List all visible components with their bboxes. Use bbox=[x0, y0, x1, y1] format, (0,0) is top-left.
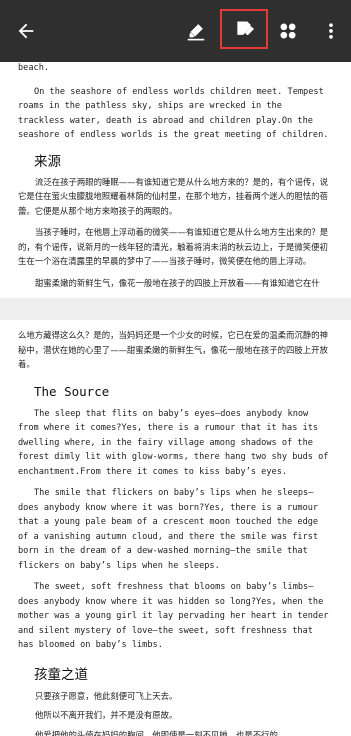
more-button[interactable] bbox=[311, 0, 351, 62]
chinese-paragraph: 么地方藏得这么久？是的，当妈妈还是一个少女的时候，它已在爱的温柔而沉静的神秘中，… bbox=[18, 330, 328, 369]
chinese-paragraph: 当孩子睡时，在他唇上浮动着的微笑——有谁知道它是从什么地方生出来的？是的，有个谣… bbox=[18, 227, 329, 266]
chinese-line: 只要孩子愿意，他此刻便可飞上天去。 bbox=[35, 690, 178, 701]
english-section-heading: The Source bbox=[34, 383, 110, 399]
chinese-section-heading: 孩童之道 bbox=[34, 666, 88, 683]
apps-grid-icon bbox=[278, 21, 298, 41]
edit-note-icon bbox=[234, 19, 254, 39]
page-separator bbox=[0, 298, 351, 320]
highlighter-pen-icon bbox=[185, 20, 207, 42]
back-button[interactable] bbox=[6, 0, 46, 62]
english-paragraph: On the seashore of endless worlds childr… bbox=[18, 86, 329, 141]
apps-button[interactable] bbox=[268, 0, 308, 62]
english-paragraph: The sleep that flits on baby’s eyes—does… bbox=[18, 408, 329, 477]
back-arrow-icon bbox=[15, 20, 37, 42]
chinese-paragraph: 甜蜜柔嫩的新鲜生气，像花一般地在孩子的四肢上开放着——有谁知道它在什 bbox=[35, 277, 320, 288]
book-page-1: beach. On the seashore of endless worlds… bbox=[0, 62, 351, 298]
note-button[interactable] bbox=[220, 9, 268, 49]
chinese-line: 他爱把他的头倚在妈妈的胸间，他即使是一刻不见她，也是不行的。 bbox=[35, 729, 287, 736]
highlight-button[interactable] bbox=[176, 0, 216, 62]
reader-toolbar bbox=[0, 0, 351, 62]
text-fragment: beach. bbox=[18, 63, 50, 73]
chinese-section-heading: 来源 bbox=[34, 153, 61, 170]
chinese-paragraph: 流泛在孩子两眼的睡眠——有谁知道它是从什么地方来的？是的，有个谣传，说它是住在萤… bbox=[18, 176, 329, 216]
english-paragraph: The smile that flickers on baby’s lips w… bbox=[18, 488, 319, 571]
english-paragraph: The sweet, soft freshness that blooms on… bbox=[18, 582, 329, 650]
more-vert-icon bbox=[321, 20, 341, 42]
book-page-2: 么地方藏得这么久？是的，当妈妈还是一个少女的时候，它已在爱的温柔而沉静的神秘中，… bbox=[0, 320, 351, 736]
chinese-line: 他所以不离开我们，并不是没有原故。 bbox=[35, 710, 178, 720]
